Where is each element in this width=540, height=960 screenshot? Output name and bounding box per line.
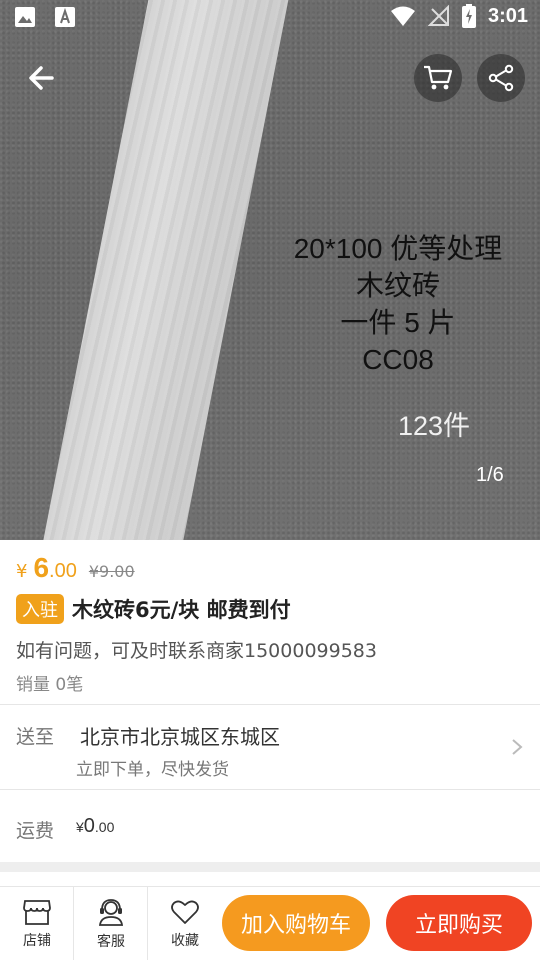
status-bar: 3:01	[0, 0, 540, 36]
image-notification-icon	[15, 7, 35, 27]
divider	[0, 789, 540, 790]
buy-now-button[interactable]: 立即购买	[386, 895, 532, 951]
shopping-cart-icon	[424, 65, 453, 90]
product-description: 如有问题，可及时联系商家15000099583	[16, 640, 377, 662]
wood-tile-photo	[31, 0, 301, 540]
price-integer: 6	[33, 552, 50, 583]
favorite-label: 收藏	[171, 933, 199, 949]
freight-integer: 0	[83, 815, 95, 837]
service-label: 客服	[97, 934, 125, 950]
font-notification-icon	[55, 7, 75, 27]
caption-line: CC08	[362, 344, 434, 375]
back-arrow-icon	[29, 66, 54, 90]
shipping-address: 北京市北京城区东城区	[80, 725, 280, 749]
product-title: 木纹砖6元/块 邮费到付	[72, 598, 291, 622]
store-label: 店铺	[23, 933, 51, 949]
cart-button[interactable]	[414, 54, 462, 102]
caption-line: 20*100 优等处理	[293, 233, 503, 264]
freight-currency: ¥	[76, 819, 84, 835]
section-separator	[0, 862, 540, 872]
price-row: ¥ 6 .00 ¥9.00	[16, 552, 135, 584]
add-to-cart-button[interactable]: 加入购物车	[222, 895, 370, 951]
battery-charging-icon	[461, 4, 476, 28]
divider	[0, 704, 540, 705]
heart-icon	[171, 900, 199, 924]
caption-line: 木纹砖	[355, 270, 440, 301]
chevron-right-icon	[512, 739, 523, 755]
clock: 3:01	[487, 4, 528, 27]
original-price: ¥9.00	[88, 562, 135, 581]
shipping-note: 立即下单，尽快发货	[76, 760, 229, 780]
customer-service-button[interactable]: 客服	[74, 887, 148, 960]
currency-symbol: ¥	[16, 561, 28, 582]
wifi-icon	[390, 6, 415, 26]
pieces-count: 123件	[398, 411, 471, 441]
product-title-row: 入驻 木纹砖6元/块 邮费到付	[16, 594, 291, 624]
bottom-action-bar: 店铺 客服 收藏 加入购物车 立即购买	[0, 886, 540, 960]
product-image-caption: 20*100 优等处理 木纹砖 一件 5 片 CC08	[278, 230, 518, 378]
sales-count: 销量 0笔	[16, 675, 84, 695]
share-icon	[488, 64, 514, 92]
back-button[interactable]	[22, 58, 62, 98]
image-page-indicator: 1/6	[476, 464, 504, 486]
no-signal-icon	[427, 5, 449, 26]
freight-value: ¥0.00	[76, 815, 114, 838]
store-button[interactable]: 店铺	[0, 887, 74, 960]
store-icon	[23, 900, 51, 925]
customer-service-icon	[98, 899, 124, 926]
freight-label: 运费	[16, 820, 55, 842]
caption-line: 一件 5 片	[340, 307, 456, 338]
share-button[interactable]	[477, 54, 525, 102]
shipping-label: 送至	[16, 726, 55, 748]
favorite-button[interactable]: 收藏	[148, 887, 222, 960]
merchant-badge: 入驻	[16, 594, 64, 624]
freight-decimal: .00	[94, 819, 115, 835]
price-decimal: .00	[49, 560, 77, 582]
